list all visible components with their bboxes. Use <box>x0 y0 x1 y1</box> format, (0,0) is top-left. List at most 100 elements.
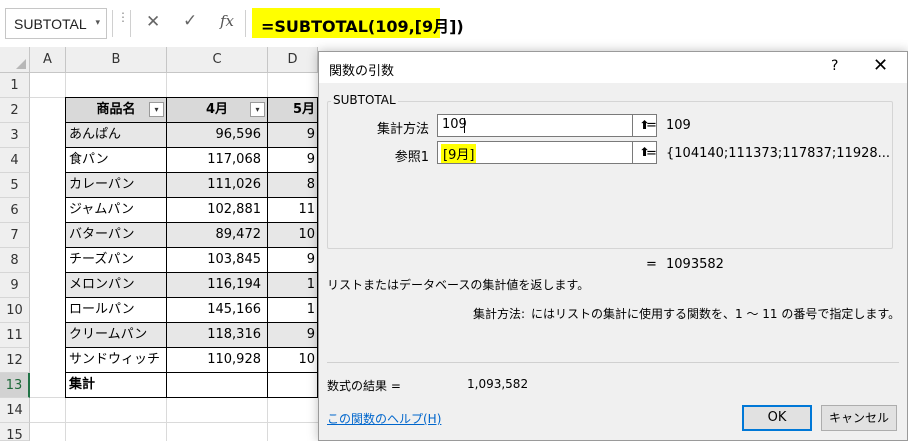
cell-may[interactable]: 9 <box>268 248 318 273</box>
column-header-a[interactable]: A <box>30 47 66 73</box>
row-header-14[interactable]: 14 <box>0 398 30 423</box>
row-header-6[interactable]: 6 <box>0 198 30 223</box>
name-box-text: SUBTOTAL <box>14 16 87 32</box>
arg-result: 109 <box>666 118 691 133</box>
ok-button[interactable]: OK <box>742 405 812 431</box>
select-all-corner[interactable] <box>0 47 30 73</box>
header-cell-may[interactable]: 5月 <box>268 97 318 123</box>
cell-product[interactable]: サンドウィッチ <box>65 348 167 373</box>
cell-total-apr[interactable] <box>167 373 268 398</box>
formula-result-label: 数式の結果 = <box>327 379 401 393</box>
cell-apr[interactable]: 145,166 <box>167 298 268 323</box>
cell-apr[interactable]: 103,845 <box>167 248 268 273</box>
cell-apr[interactable]: 102,881 <box>167 198 268 223</box>
dialog-title: 関数の引数 <box>329 64 395 79</box>
row-header-12[interactable]: 12 <box>0 348 30 373</box>
cell-product[interactable]: あんぱん <box>65 123 167 148</box>
arg-result: {104140;111373;117837;11928... <box>666 146 891 161</box>
cell-apr[interactable]: 89,472 <box>167 223 268 248</box>
header-cell-apr[interactable]: 4月 ▾ <box>167 97 268 123</box>
row-header-9[interactable]: 9 <box>0 273 30 298</box>
total-value: 1093582 <box>666 257 724 272</box>
insert-function-icon[interactable]: fx <box>220 12 234 30</box>
cell-total-label[interactable]: 集計 <box>65 373 167 398</box>
filter-dropdown-icon[interactable]: ▾ <box>149 102 164 117</box>
cell-apr[interactable]: 96,596 <box>167 123 268 148</box>
filter-dropdown-icon[interactable]: ▾ <box>250 102 265 117</box>
cell-apr[interactable]: 111,026 <box>167 173 268 198</box>
close-icon[interactable]: ✕ <box>873 55 888 76</box>
arg-value: [9月] <box>441 144 477 163</box>
header-label: 商品名 <box>96 102 136 117</box>
divider <box>245 10 246 37</box>
cell-product[interactable]: ジャムパン <box>65 198 167 223</box>
cell-product[interactable]: バターパン <box>65 223 167 248</box>
row-header-13[interactable]: 13 <box>0 373 30 398</box>
cell-apr[interactable]: 110,928 <box>167 348 268 373</box>
arg-equals: = <box>646 118 657 133</box>
row-header-1[interactable]: 1 <box>0 73 30 98</box>
cell-may[interactable]: 11 <box>268 198 318 223</box>
cell-product[interactable]: チーズパン <box>65 248 167 273</box>
cell-may[interactable]: 10 <box>268 348 318 373</box>
formula-bar: SUBTOTAL ▾ ⋮ ✕ ✓ fx =SUBTOTAL(109,[9月]) <box>0 0 908 47</box>
cell-may[interactable]: 8 <box>268 173 318 198</box>
cell-product[interactable]: メロンパン <box>65 273 167 298</box>
cancel-button[interactable]: キャンセル <box>821 405 897 431</box>
row-header-10[interactable]: 10 <box>0 298 30 323</box>
row-header-7[interactable]: 7 <box>0 223 30 248</box>
arg-label-function-num: 集計方法 <box>376 122 429 137</box>
cell-may[interactable]: 1 <box>268 273 318 298</box>
arg-description-label: 集計方法: <box>473 307 526 321</box>
cell-apr[interactable]: 118,316 <box>167 323 268 348</box>
cell-product[interactable]: クリームパン <box>65 323 167 348</box>
drag-handle-icon[interactable]: ⋮ <box>117 11 129 23</box>
cell-apr[interactable]: 117,068 <box>167 148 268 173</box>
text-caret <box>464 118 465 133</box>
row-header-11[interactable]: 11 <box>0 323 30 348</box>
dialog-titlebar[interactable]: 関数の引数 ? ✕ <box>319 52 907 83</box>
row-header-8[interactable]: 8 <box>0 248 30 273</box>
arg-input-ref1[interactable]: [9月] <box>437 141 633 164</box>
function-arguments-dialog: 関数の引数 ? ✕ SUBTOTAL 集計方法 109 ⬆ = 109 参照1 … <box>318 51 908 441</box>
divider <box>130 10 131 37</box>
formula-text: =SUBTOTAL(109,[9月]) <box>261 17 464 36</box>
total-equals: = <box>646 257 657 272</box>
arg-description-text: にはリストの集計に使用する関数を、1 〜 11 の番号で指定します。 <box>531 307 901 321</box>
cell-apr[interactable]: 116,194 <box>167 273 268 298</box>
cancel-icon[interactable]: ✕ <box>146 12 160 32</box>
cell-total-may[interactable] <box>268 373 318 398</box>
header-label: 4月 <box>205 102 229 117</box>
cell-product[interactable]: 食パン <box>65 148 167 173</box>
row-header-15[interactable]: 15 <box>0 423 30 441</box>
column-header-c[interactable]: C <box>167 47 268 73</box>
function-help-link[interactable]: この関数のヘルプ(H) <box>327 410 441 427</box>
divider <box>112 10 113 37</box>
divider <box>327 362 899 363</box>
cell-may[interactable]: 9 <box>268 323 318 348</box>
function-description: リストまたはデータベースの集計値を返します。 <box>327 278 590 292</box>
formula-input[interactable]: =SUBTOTAL(109,[9月]) <box>252 8 464 38</box>
cell-product[interactable]: ロールパン <box>65 298 167 323</box>
column-header-b[interactable]: B <box>66 47 167 73</box>
row-header-2[interactable]: 2 <box>0 98 30 123</box>
chevron-down-icon[interactable]: ▾ <box>95 18 100 28</box>
cell-may[interactable]: 9 <box>268 123 318 148</box>
cell-may[interactable]: 10 <box>268 223 318 248</box>
column-header-d[interactable]: D <box>268 47 318 73</box>
row-header-3[interactable]: 3 <box>0 123 30 148</box>
header-cell-product[interactable]: 商品名 ▾ <box>65 97 167 123</box>
arg-input-function-num[interactable]: 109 <box>437 114 633 137</box>
formula-result-value: 1,093,582 <box>467 377 529 391</box>
cell-product[interactable]: カレーパン <box>65 173 167 198</box>
enter-check-icon[interactable]: ✓ <box>183 11 197 31</box>
select-all-icon <box>16 59 26 69</box>
row-header-5[interactable]: 5 <box>0 173 30 198</box>
arg-equals: = <box>646 146 657 161</box>
row-header-4[interactable]: 4 <box>0 148 30 173</box>
cell-may[interactable]: 1 <box>268 298 318 323</box>
help-icon[interactable]: ? <box>831 58 838 74</box>
name-box[interactable]: SUBTOTAL ▾ <box>5 8 107 39</box>
cell-may[interactable]: 9 <box>268 148 318 173</box>
arg-label-ref1: 参照1 <box>394 150 429 165</box>
